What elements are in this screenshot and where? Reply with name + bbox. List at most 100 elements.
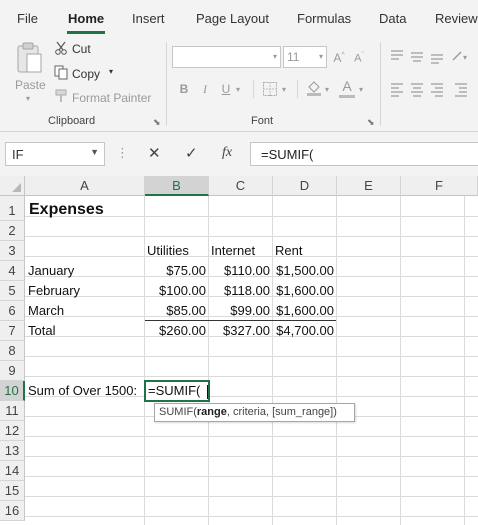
horizontal-alignment-icons[interactable] xyxy=(389,81,478,97)
row-header-11[interactable]: 11 xyxy=(0,401,25,421)
tab-data[interactable]: Data xyxy=(379,11,406,26)
tooltip-remaining-args[interactable]: , criteria, [sum_range]) xyxy=(227,406,337,418)
font-group-label: Font xyxy=(251,115,274,127)
row-header-3[interactable]: 3 xyxy=(0,241,25,261)
table-cell[interactable]: $4,700.00 xyxy=(273,321,334,341)
font-size-value: 11 xyxy=(287,50,300,64)
clipboard-icon xyxy=(17,42,42,73)
vertical-alignment-icons[interactable]: ▾ xyxy=(389,48,478,64)
borders-icon[interactable] xyxy=(262,81,278,97)
tab-formulas[interactable]: Formulas xyxy=(297,11,351,26)
font-color-swatch xyxy=(339,95,355,98)
italic-icon[interactable]: I xyxy=(199,81,211,97)
header-rent[interactable]: Rent xyxy=(275,241,302,261)
row-header-15[interactable]: 15 xyxy=(0,481,25,501)
column-header-d[interactable]: D xyxy=(273,176,337,196)
column-header-f[interactable]: F xyxy=(401,176,478,196)
row-header-5[interactable]: 5 xyxy=(0,281,25,301)
table-cell[interactable]: $1,600.00 xyxy=(273,301,334,321)
font-size-select[interactable]: 11 ▾ xyxy=(283,46,327,68)
ribbon: Paste ▾ Cut Copy ▾ Format Painter Clipbo… xyxy=(0,36,478,132)
column-header-e[interactable]: E xyxy=(337,176,401,196)
row-header-13[interactable]: 13 xyxy=(0,441,25,461)
row-label[interactable]: January xyxy=(28,261,74,281)
column-header-b[interactable]: B xyxy=(145,176,209,196)
table-cell[interactable]: $327.00 xyxy=(209,321,270,341)
formula-bar: IF ▼ ⋮ ✕ ✓ fx =SUMIF( xyxy=(0,132,478,176)
row-header-4[interactable]: 4 xyxy=(0,261,25,281)
worksheet-grid[interactable]: A B C D E F 1 2 3 4 5 6 7 8 9 10 11 12 1… xyxy=(0,176,478,525)
row-header-6[interactable]: 6 xyxy=(0,301,25,321)
table-cell[interactable]: $1,500.00 xyxy=(273,261,334,281)
copy-button[interactable]: Copy xyxy=(72,67,100,81)
text-caret xyxy=(207,385,208,399)
sum-label[interactable]: Sum of Over 1500: xyxy=(28,381,137,401)
active-tab-indicator xyxy=(67,31,105,34)
gridline xyxy=(25,356,478,357)
tab-insert[interactable]: Insert xyxy=(132,11,165,26)
tab-page-layout[interactable]: Page Layout xyxy=(196,11,269,26)
table-cell[interactable]: $100.00 xyxy=(145,281,206,301)
font-name-select[interactable]: ▾ xyxy=(172,46,281,68)
tab-file[interactable]: File xyxy=(17,11,38,26)
tooltip-range-arg[interactable]: range xyxy=(197,406,227,418)
tooltip-function-name[interactable]: SUMIF( xyxy=(159,406,197,418)
table-cell[interactable]: $260.00 xyxy=(145,321,206,341)
cut-button[interactable]: Cut xyxy=(72,42,91,56)
underline-dropdown-icon[interactable]: ▾ xyxy=(236,82,240,98)
row-label[interactable]: March xyxy=(28,301,64,321)
gridline xyxy=(25,516,478,517)
font-color-icon[interactable]: A xyxy=(340,78,354,94)
underline-icon[interactable]: U xyxy=(220,81,232,97)
tab-home[interactable]: Home xyxy=(68,11,104,26)
table-cell[interactable]: $118.00 xyxy=(209,281,270,301)
insert-function-icon[interactable]: fx xyxy=(222,145,232,161)
format-painter-button[interactable]: Format Painter xyxy=(72,91,151,105)
row-label[interactable]: Total xyxy=(28,321,55,341)
divider xyxy=(253,80,254,98)
gridline xyxy=(25,456,478,457)
confirm-entry-icon[interactable]: ✓ xyxy=(185,144,198,162)
column-header-a[interactable]: A xyxy=(25,176,145,196)
borders-dropdown-icon[interactable]: ▾ xyxy=(282,82,286,98)
header-internet[interactable]: Internet xyxy=(211,241,255,261)
sheet-title[interactable]: Expenses xyxy=(29,200,104,220)
font-color-dropdown-icon[interactable]: ▾ xyxy=(359,82,363,98)
active-cell-editor[interactable]: =SUMIF( xyxy=(144,380,210,402)
formula-input[interactable]: =SUMIF( xyxy=(250,142,478,166)
copy-dropdown-icon[interactable]: ▾ xyxy=(109,67,113,76)
table-cell[interactable]: $85.00 xyxy=(145,301,206,321)
fill-color-icon[interactable] xyxy=(306,79,322,97)
column-header-c[interactable]: C xyxy=(209,176,273,196)
row-header-1[interactable]: 1 xyxy=(0,201,25,221)
cancel-entry-icon[interactable]: ✕ xyxy=(148,144,161,162)
row-header-7[interactable]: 7 xyxy=(0,321,25,341)
clipboard-launcher-icon[interactable]: ⬊ xyxy=(153,117,161,128)
row-header-16[interactable]: 16 xyxy=(0,501,25,521)
row-header-14[interactable]: 14 xyxy=(0,461,25,481)
font-launcher-icon[interactable]: ⬊ xyxy=(367,117,375,128)
gridline xyxy=(25,236,478,237)
fill-color-dropdown-icon[interactable]: ▾ xyxy=(325,82,329,98)
tab-review[interactable]: Review xyxy=(435,11,478,26)
decrease-font-size-icon[interactable]: Aˇ xyxy=(352,48,366,67)
increase-font-size-icon[interactable]: A^ xyxy=(332,48,346,66)
table-cell[interactable]: $1,600.00 xyxy=(273,281,334,301)
row-label[interactable]: February xyxy=(28,281,80,301)
row-header-12[interactable]: 12 xyxy=(0,421,25,441)
row-header-9[interactable]: 9 xyxy=(0,361,25,381)
name-box[interactable]: IF ▼ xyxy=(5,142,105,166)
bold-icon[interactable]: B xyxy=(178,81,190,97)
table-cell[interactable]: $75.00 xyxy=(145,261,206,281)
paste-button[interactable]: Paste ▾ xyxy=(12,40,48,103)
row-header-8[interactable]: 8 xyxy=(0,341,25,361)
table-cell[interactable]: $99.00 xyxy=(209,301,270,321)
table-cell[interactable]: $110.00 xyxy=(209,261,270,281)
select-all-button[interactable] xyxy=(0,176,25,196)
group-divider xyxy=(380,42,381,126)
row-header-10[interactable]: 10 xyxy=(0,381,25,401)
paste-dropdown-icon[interactable]: ▾ xyxy=(26,94,30,103)
name-box-dropdown-icon[interactable]: ▼ xyxy=(90,147,99,157)
row-header-2[interactable]: 2 xyxy=(0,221,25,241)
header-utilities[interactable]: Utilities xyxy=(147,241,189,261)
